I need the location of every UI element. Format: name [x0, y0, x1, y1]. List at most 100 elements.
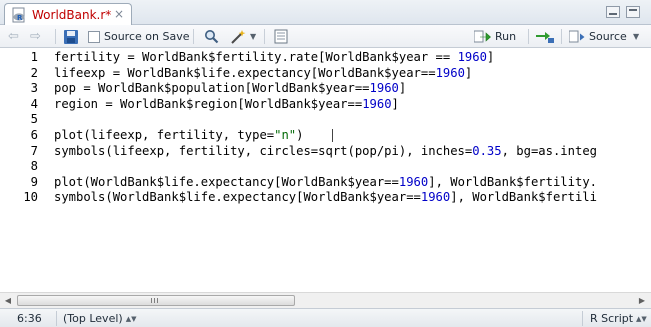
- number-literal: 1960: [420, 190, 451, 205]
- code-token: , bg=as.integ: [501, 143, 597, 158]
- source-on-save-checkbox[interactable]: [88, 30, 100, 43]
- scope-selector[interactable]: (Top Level) ▲▼: [63, 312, 136, 325]
- horizontal-scrollbar[interactable]: ◀ ▶: [0, 292, 651, 308]
- line-number: 2: [30, 65, 38, 80]
- source-options-dropdown[interactable]: ▼: [633, 28, 639, 45]
- number-literal: 1960: [362, 96, 392, 111]
- tab-worldbank-r[interactable]: R WorldBank.r* ×: [4, 3, 132, 26]
- code-token: plot(WorldBank$life.expectancy[WorldBank…: [54, 174, 399, 189]
- source-on-save-toggle[interactable]: Source on Save: [88, 28, 189, 45]
- forward-button[interactable]: ⇨: [30, 28, 41, 45]
- back-button[interactable]: ⇦: [8, 28, 19, 45]
- code-token: symbols(WorldBank$life.expectancy[WorldB…: [54, 190, 421, 205]
- compile-notebook-button[interactable]: [274, 28, 288, 45]
- code-editor[interactable]: 1 fertility = WorldBank$fertility.rate[Wo…: [0, 48, 651, 292]
- number-literal: 1960: [398, 174, 429, 189]
- file-type-label: R Script: [590, 312, 634, 325]
- line-number: 1: [30, 50, 38, 64]
- back-arrow-icon: ⇦: [8, 29, 19, 44]
- save-icon: [64, 29, 78, 44]
- svg-text:R: R: [17, 14, 23, 22]
- code-text: lifeexp = WorldBank$life.expectancy[Worl…: [54, 66, 472, 81]
- chevron-down-icon: ▼: [250, 32, 257, 41]
- number-literal: 1960: [457, 50, 487, 64]
- magic-wand-icon: [231, 29, 246, 44]
- source-icon: [569, 30, 585, 42]
- code-token: ]: [464, 65, 473, 80]
- line-number: 8: [30, 159, 38, 174]
- code-token: fertility = WorldBank$fertility.rate[Wor…: [54, 50, 458, 64]
- updown-arrow-icon: ▲▼: [636, 315, 647, 323]
- run-button[interactable]: Run: [474, 28, 516, 45]
- scroll-right-arrow-icon[interactable]: ▶: [634, 293, 650, 308]
- find-replace-button[interactable]: [204, 28, 219, 45]
- number-literal: 1960: [435, 65, 465, 80]
- scroll-left-arrow-icon[interactable]: ◀: [0, 293, 16, 308]
- code-token: region = WorldBank$region[WorldBank$year…: [54, 96, 363, 111]
- line-number: 10: [23, 190, 38, 205]
- search-icon: [205, 30, 219, 44]
- updown-arrow-icon: ▲▼: [125, 315, 137, 323]
- maximize-button[interactable]: [626, 6, 640, 18]
- r-file-icon: R: [11, 7, 27, 23]
- code-line[interactable]: 5: [0, 112, 651, 127]
- minimize-button[interactable]: [606, 6, 620, 18]
- code-line[interactable]: 9 plot(WorldBank$life.expectancy[WorldBan…: [0, 175, 651, 190]
- code-text: symbols(lifeexp, fertility, circles=sqrt…: [54, 144, 597, 159]
- status-bar: 6:36 (Top Level) ▲▼ R Script ▲▼: [0, 308, 651, 327]
- save-button[interactable]: [63, 28, 79, 45]
- code-token: lifeexp = WorldBank$life.expectancy[Worl…: [54, 65, 436, 80]
- code-line[interactable]: 6 plot(lifeexp, fertility, type="n"): [0, 128, 651, 143]
- file-type-selector[interactable]: R Script ▲▼: [590, 312, 647, 325]
- code-token: pop = WorldBank$population[WorldBank$yea…: [54, 81, 370, 96]
- code-line[interactable]: 2 lifeexp = WorldBank$life.expectancy[Wor…: [0, 66, 651, 81]
- code-line[interactable]: 10 symbols(WorldBank$life.expectancy[Worl…: [0, 190, 651, 205]
- string-literal: "n": [274, 128, 297, 142]
- code-line[interactable]: 3 pop = WorldBank$population[WorldBank$ye…: [0, 81, 651, 96]
- rerun-icon: [536, 31, 554, 43]
- editor-toolbar: ⇦ ⇨ Source on Save ▼ Run Source ▼: [0, 25, 651, 48]
- tab-bar: R WorldBank.r* ×: [0, 0, 651, 26]
- code-tools-button[interactable]: ▼: [230, 28, 256, 45]
- run-label: Run: [495, 30, 517, 43]
- source-button[interactable]: Source: [569, 28, 627, 45]
- code-line[interactable]: 4 region = WorldBank$region[WorldBank$yea…: [0, 97, 651, 112]
- code-text: plot(lifeexp, fertility, type="n"): [54, 128, 303, 143]
- code-token: ]: [486, 50, 495, 64]
- code-token: ): [296, 128, 304, 142]
- scrollbar-thumb[interactable]: [17, 295, 295, 306]
- line-number: 7: [30, 143, 38, 158]
- code-line[interactable]: 8: [0, 159, 651, 174]
- code-token: ]: [391, 96, 399, 111]
- code-line[interactable]: 1 fertility = WorldBank$fertility.rate[Wo…: [0, 50, 651, 65]
- close-icon[interactable]: ×: [113, 8, 125, 20]
- code-text: fertility = WorldBank$fertility.rate[Wor…: [54, 50, 494, 65]
- rerun-button[interactable]: [535, 28, 555, 45]
- line-number: 9: [30, 174, 38, 189]
- number-literal: 1960: [369, 81, 399, 96]
- notebook-icon: [274, 29, 288, 44]
- line-number: 3: [30, 81, 38, 96]
- run-arrow-icon: [474, 30, 491, 42]
- code-line[interactable]: 7 symbols(lifeexp, fertility, circles=sqr…: [0, 144, 651, 159]
- tab-label: WorldBank.r*: [32, 8, 112, 22]
- text-cursor: [332, 129, 333, 142]
- cursor-position: 6:36: [17, 312, 42, 325]
- scope-label: (Top Level): [63, 312, 123, 325]
- chevron-down-icon: ▼: [633, 32, 640, 41]
- line-number: 4: [30, 96, 38, 111]
- code-token: ], WorldBank$fertility.: [428, 174, 597, 189]
- line-number: 5: [30, 112, 38, 127]
- code-token: ], WorldBank$fertili: [450, 190, 597, 205]
- line-number: 6: [30, 128, 38, 142]
- code-text: plot(WorldBank$life.expectancy[WorldBank…: [54, 175, 597, 190]
- code-token: ]: [398, 81, 407, 96]
- source-label: Source: [589, 30, 627, 43]
- number-literal: 0.35: [472, 143, 502, 158]
- code-text: pop = WorldBank$population[WorldBank$yea…: [54, 81, 406, 96]
- code-token: plot(lifeexp, fertility, type=: [54, 128, 275, 142]
- source-on-save-label: Source on Save: [104, 30, 190, 43]
- forward-arrow-icon: ⇨: [30, 29, 41, 44]
- code-token: symbols(lifeexp, fertility, circles=sqrt…: [54, 143, 473, 158]
- code-text: region = WorldBank$region[WorldBank$year…: [54, 97, 399, 112]
